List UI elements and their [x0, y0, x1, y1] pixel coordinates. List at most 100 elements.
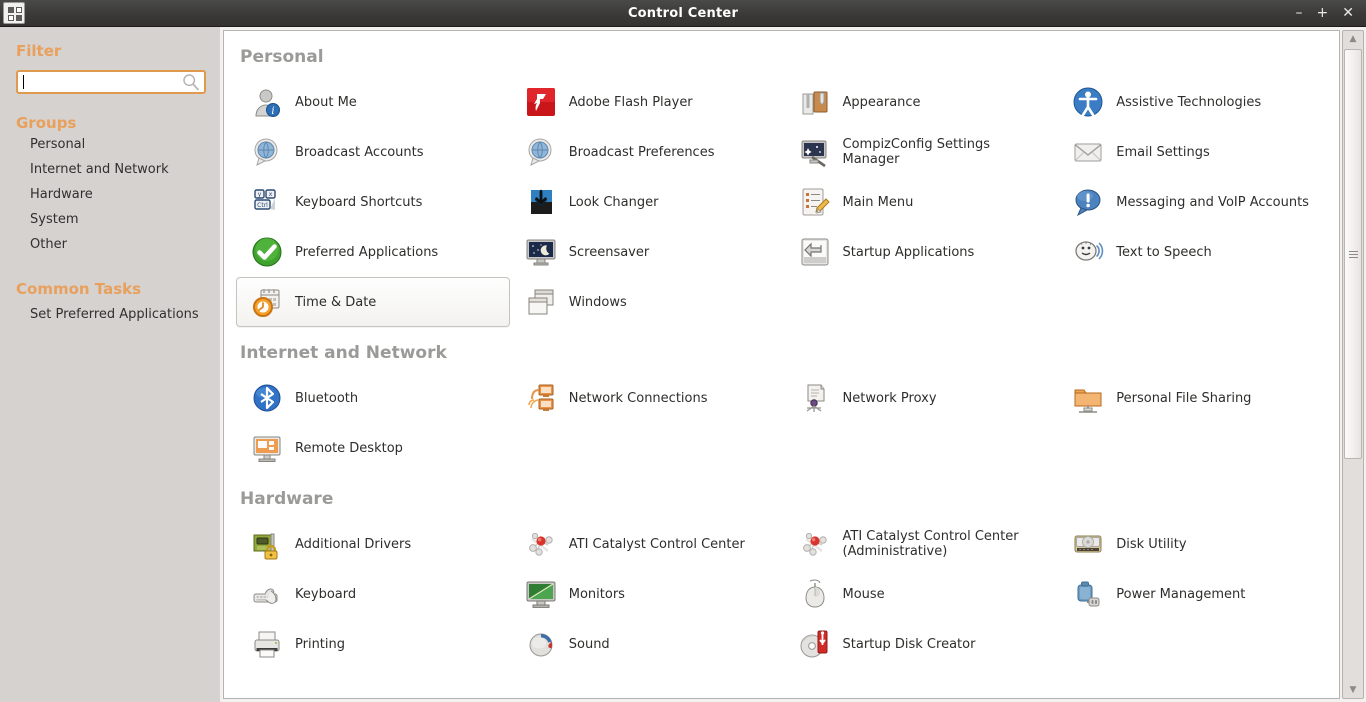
settings-item-power-management[interactable]: Power Management	[1057, 569, 1331, 619]
settings-item-preferred-applications[interactable]: Preferred Applications	[236, 227, 510, 277]
grid-squares-icon	[3, 2, 25, 24]
settings-item-label: Messaging and VoIP Accounts	[1116, 194, 1309, 210]
settings-item-label: Keyboard	[295, 586, 357, 602]
settings-item-bluetooth[interactable]: Bluetooth	[236, 373, 510, 423]
settings-item-label: Printing	[295, 636, 346, 652]
settings-item-screensaver[interactable]: Screensaver	[510, 227, 784, 277]
svg-text:i: i	[271, 106, 274, 117]
settings-item-label: Sound	[568, 636, 610, 652]
settings-item-email-settings[interactable]: Email Settings	[1057, 127, 1331, 177]
settings-item-additional-drivers[interactable]: Additional Drivers	[236, 519, 510, 569]
battery-plug-icon	[1072, 578, 1104, 610]
list-item-label: System	[30, 212, 79, 227]
download-screen-icon	[525, 186, 557, 218]
settings-item-keyboard-shortcuts[interactable]: y x Ctrl Keyboard Shortcuts	[236, 177, 510, 227]
settings-item-text-to-speech[interactable]: Text to Speech	[1057, 227, 1331, 277]
settings-item-label: Network Connections	[568, 390, 708, 406]
scrollbar-thumb[interactable]	[1344, 49, 1362, 459]
settings-item-network-proxy[interactable]: Network Proxy	[784, 373, 1058, 423]
scroll-up-arrow-icon[interactable]: ▲	[1343, 31, 1363, 47]
section-heading: Personal	[240, 47, 324, 67]
settings-item-ati-catalyst-control-center[interactable]: ATI Catalyst Control Center	[510, 519, 784, 569]
settings-item-remote-desktop[interactable]: Remote Desktop	[236, 423, 510, 473]
list-item-label: Set Preferred Applications	[30, 307, 199, 322]
bluetooth-icon	[251, 382, 283, 414]
settings-item-label: Startup Applications	[842, 244, 975, 260]
settings-item-label: ATI Catalyst Control Center (Administrat…	[842, 529, 1019, 559]
common-tasks-heading: Common Tasks	[16, 280, 142, 298]
settings-item-label: Bluetooth	[295, 390, 359, 406]
settings-item-label: Appearance	[842, 94, 921, 110]
settings-item-sound[interactable]: Sound	[510, 619, 784, 669]
appearance-icon	[799, 86, 831, 118]
settings-item-about-me[interactable]: i About Me	[236, 77, 510, 127]
usb-disc-icon	[799, 628, 831, 660]
settings-item-keyboard[interactable]: Keyboard	[236, 569, 510, 619]
settings-item-startup-disk-creator[interactable]: Startup Disk Creator	[784, 619, 1058, 669]
content-area: Personal i About Me Adobe Flash Player Appea…	[220, 27, 1366, 702]
window-controls: – + ✕	[1296, 6, 1366, 20]
scrollbar-track[interactable]: ▲ ▼	[1342, 30, 1364, 699]
settings-item-broadcast-preferences[interactable]: Broadcast Preferences	[510, 127, 784, 177]
green-check-icon	[251, 236, 283, 268]
settings-item-mouse[interactable]: Mouse	[784, 569, 1058, 619]
settings-item-adobe-flash-player[interactable]: Adobe Flash Player	[510, 77, 784, 127]
settings-item-label: CompizConfig Settings Manager	[842, 137, 991, 167]
settings-item-assistive-technologies[interactable]: Assistive Technologies	[1057, 77, 1331, 127]
settings-item-ati-catalyst-control-center-administrative[interactable]: ATI Catalyst Control Center (Administrat…	[784, 519, 1058, 569]
settings-item-startup-applications[interactable]: Startup Applications	[784, 227, 1058, 277]
maximize-button[interactable]: +	[1317, 6, 1329, 20]
minimize-button[interactable]: –	[1296, 6, 1303, 20]
svg-text:Ctrl: Ctrl	[257, 202, 268, 209]
flash-player-icon	[525, 86, 557, 118]
list-item-label: Hardware	[30, 187, 93, 202]
sidebar: Filter Groups Personal Internet and Netwo…	[0, 27, 220, 702]
settings-item-disk-utility[interactable]: Disk Utility	[1057, 519, 1331, 569]
sidebar-item-personal[interactable]: Personal	[0, 132, 220, 157]
svg-text:y: y	[258, 191, 262, 198]
settings-grid: i About Me Adobe Flash Player Appearance Ass…	[224, 77, 1339, 327]
settings-item-main-menu[interactable]: Main Menu	[784, 177, 1058, 227]
settings-item-network-connections[interactable]: Network Connections	[510, 373, 784, 423]
settings-scroll-view[interactable]: Personal i About Me Adobe Flash Player Appea…	[224, 31, 1339, 698]
chat-exclaim-icon	[1072, 186, 1104, 218]
settings-item-label: Main Menu	[842, 194, 914, 210]
settings-item-label: Remote Desktop	[295, 440, 403, 456]
settings-item-time-date[interactable]: Time & Date	[236, 277, 510, 327]
window-title: Control Center	[627, 5, 739, 21]
settings-item-monitors[interactable]: Monitors	[510, 569, 784, 619]
settings-item-appearance[interactable]: Appearance	[784, 77, 1058, 127]
settings-item-windows[interactable]: Windows	[510, 277, 784, 327]
settings-item-broadcast-accounts[interactable]: Broadcast Accounts	[236, 127, 510, 177]
sidebar-item-internet-and-network[interactable]: Internet and Network	[0, 157, 220, 182]
settings-item-label: Broadcast Preferences	[568, 144, 715, 160]
molecule-icon	[799, 528, 831, 560]
settings-item-personal-file-sharing[interactable]: Personal File Sharing	[1057, 373, 1331, 423]
settings-item-printing[interactable]: Printing	[236, 619, 510, 669]
search-input-box[interactable]	[16, 70, 206, 94]
close-button[interactable]: ✕	[1342, 6, 1354, 20]
search-icon	[183, 74, 199, 91]
sidebar-item-system[interactable]: System	[0, 207, 220, 232]
globe-bubble-icon	[525, 136, 557, 168]
settings-item-look-changer[interactable]: Look Changer	[510, 177, 784, 227]
shared-folder-icon	[1072, 382, 1104, 414]
settings-item-compizconfig-settings-manager[interactable]: CompizConfig Settings Manager	[784, 127, 1058, 177]
settings-item-messaging-and-voip-accounts[interactable]: Messaging and VoIP Accounts	[1057, 177, 1331, 227]
sidebar-item-hardware[interactable]: Hardware	[0, 182, 220, 207]
vertical-scrollbar[interactable]: ▲ ▼	[1340, 27, 1366, 702]
common-task-set-preferred-applications[interactable]: Set Preferred Applications	[0, 302, 220, 327]
search-input[interactable]	[24, 73, 182, 91]
scroll-down-arrow-icon[interactable]: ▼	[1343, 682, 1363, 698]
settings-item-label: Text to Speech	[1116, 244, 1212, 260]
network-computers-icon	[525, 382, 557, 414]
settings-item-label: Broadcast Accounts	[295, 144, 424, 160]
sidebar-item-other[interactable]: Other	[0, 232, 220, 257]
hard-disk-icon	[1072, 528, 1104, 560]
settings-item-label: Startup Disk Creator	[842, 636, 976, 652]
speech-face-icon	[1072, 236, 1104, 268]
settings-item-label: Screensaver	[568, 244, 650, 260]
remote-desktop-icon	[251, 432, 283, 464]
envelope-icon	[1072, 136, 1104, 168]
